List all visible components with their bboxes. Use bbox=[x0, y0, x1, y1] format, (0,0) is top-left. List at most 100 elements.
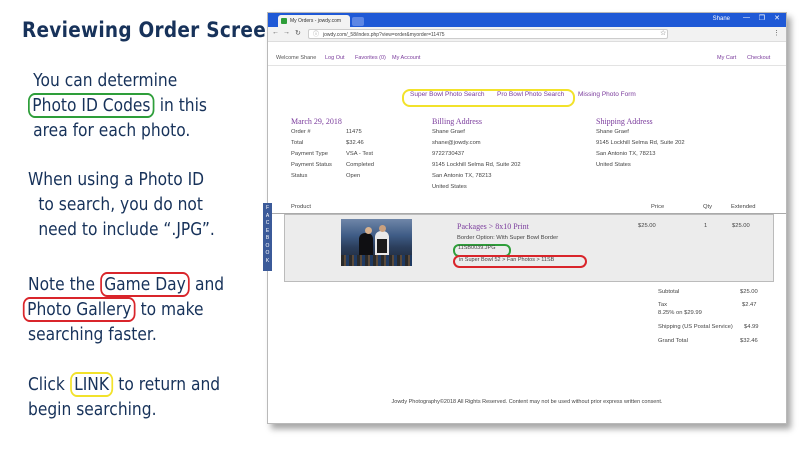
photo-figure bbox=[377, 239, 387, 253]
order-label: Payment Status bbox=[291, 162, 332, 168]
browser-screenshot: My Orders - jowdy.com Shane — ❐ ✕ ← → ↻ … bbox=[267, 12, 787, 424]
text: area for each photo. bbox=[33, 120, 191, 141]
facebook-letter: A bbox=[265, 212, 270, 219]
order-date: March 29, 2018 bbox=[291, 117, 342, 126]
browser-tab[interactable]: My Orders - jowdy.com bbox=[278, 15, 350, 27]
item-extended: $25.00 bbox=[732, 223, 750, 229]
pro-bowl-search-link[interactable]: Pro Bowl Photo Search bbox=[497, 91, 564, 98]
shipping-line: San Antonio TX, 78213 bbox=[596, 151, 656, 157]
site-footer: Jowdy Photography©2018 All Rights Reserv… bbox=[391, 399, 663, 405]
browser-menu-icon[interactable]: ⋮ bbox=[773, 29, 780, 37]
product-header: Product bbox=[291, 204, 311, 210]
photo-gallery-highlight: Photo Gallery bbox=[22, 297, 136, 322]
text: You can determine bbox=[33, 70, 178, 91]
billing-line: 9145 Lockhill Selma Rd, Suite 202 bbox=[432, 162, 521, 168]
browser-title-bar: My Orders - jowdy.com Shane — ❐ ✕ bbox=[268, 13, 786, 27]
tax-label: Tax bbox=[658, 302, 668, 308]
welcome-text: Welcome Shane bbox=[276, 55, 317, 61]
photo-crowd bbox=[341, 255, 412, 266]
photo-figure bbox=[365, 227, 372, 234]
text: When using a Photo ID bbox=[28, 169, 205, 190]
shipping-cost-value: $4.99 bbox=[744, 324, 759, 330]
facebook-letter: B bbox=[265, 235, 270, 241]
shipping-line: 9145 Lockhill Selma Rd, Suite 202 bbox=[596, 140, 685, 146]
photo-id-codes-highlight: Photo ID Codes bbox=[28, 93, 155, 118]
url-text: jowdy.com/_58/index.php?view=order&myord… bbox=[323, 32, 445, 38]
facebook-letter: C bbox=[265, 220, 270, 226]
qty-header: Qty bbox=[703, 204, 713, 210]
order-value: Completed bbox=[346, 162, 375, 168]
order-value: Open bbox=[346, 173, 361, 179]
order-label: Order # bbox=[291, 129, 311, 135]
address-bar[interactable]: ⓘ jowdy.com/_58/index.php?view=order&myo… bbox=[308, 29, 668, 39]
shipping-title: Shipping Address bbox=[596, 117, 653, 126]
text: Click bbox=[28, 374, 70, 395]
text: need to include “.JPG”. bbox=[38, 219, 215, 240]
maximize-icon[interactable]: ❐ bbox=[759, 14, 765, 22]
billing-line: San Antonio TX, 78213 bbox=[432, 173, 492, 179]
text: begin searching. bbox=[28, 399, 157, 420]
browser-user[interactable]: Shane bbox=[713, 16, 730, 22]
extended-header: Extended bbox=[731, 204, 756, 210]
product-table-header: Product Price Qty Extended bbox=[268, 203, 786, 214]
super-bowl-search-link[interactable]: Super Bowl Photo Search bbox=[410, 91, 484, 98]
text: Note the bbox=[28, 274, 100, 295]
order-photo-thumbnail[interactable] bbox=[341, 219, 412, 266]
photo-id-code: 11SB0039.JPG bbox=[458, 245, 496, 251]
billing-line: shane@jowdy.com bbox=[432, 140, 481, 146]
shipping-line: United States bbox=[596, 162, 631, 168]
bookmark-star-icon[interactable]: ☆ bbox=[660, 29, 666, 37]
back-icon[interactable]: ← bbox=[272, 29, 279, 36]
shipping-cost-label: Shipping (US Postal Service) bbox=[658, 324, 733, 330]
item-qty: 1 bbox=[704, 223, 708, 229]
item-price: $25.00 bbox=[638, 223, 656, 229]
order-label: Total bbox=[291, 140, 304, 146]
item-border-option: Border Option: With Super Bowl Border bbox=[457, 235, 559, 241]
favorites-link[interactable]: Favorites (0) bbox=[355, 55, 386, 61]
minimize-icon[interactable]: — bbox=[743, 14, 750, 21]
my-account-link[interactable]: My Account bbox=[392, 55, 420, 61]
price-header: Price bbox=[651, 204, 665, 210]
item-name[interactable]: Packages > 8x10 Print bbox=[457, 222, 529, 231]
instruction-paragraph-photo-id: You can determine Photo ID Codes in this… bbox=[28, 68, 207, 143]
facebook-share-tab[interactable]: F A C E B O O K bbox=[263, 203, 272, 271]
favicon-icon bbox=[281, 18, 287, 24]
instruction-paragraph-jpg: When using a Photo ID to search, you do … bbox=[28, 167, 215, 242]
forward-icon[interactable]: → bbox=[283, 29, 290, 36]
tax-value: $2.47 bbox=[742, 302, 757, 308]
instruction-paragraph-gallery: Note the Game Day and Photo Gallery to m… bbox=[22, 272, 225, 347]
facebook-letter: E bbox=[265, 227, 270, 234]
billing-line: 9722730437 bbox=[432, 151, 465, 157]
text: and bbox=[190, 274, 225, 295]
grand-total-value: $32.46 bbox=[740, 338, 758, 344]
logout-link[interactable]: Log Out bbox=[325, 55, 345, 61]
text: to search, you do not bbox=[38, 194, 203, 215]
site-nav-bar: Welcome Shane Log Out Favorites (0) My A… bbox=[268, 53, 786, 66]
billing-line: United States bbox=[432, 184, 467, 190]
instruction-panel: Reviewing Order Screen: You can determin… bbox=[0, 0, 287, 450]
text: in this bbox=[154, 95, 207, 116]
missing-photo-link[interactable]: Missing Photo Form bbox=[578, 91, 636, 98]
gallery-path: in Super Bowl 52 > Fan Photos > 11SB bbox=[459, 257, 555, 263]
new-tab-button[interactable] bbox=[352, 17, 364, 26]
photo-figure bbox=[379, 225, 386, 232]
order-value: 11475 bbox=[346, 129, 362, 135]
address-toolbar: ← → ↻ ⓘ jowdy.com/_58/index.php?view=ord… bbox=[268, 27, 786, 42]
order-label: Payment Type bbox=[291, 151, 328, 157]
checkout-link[interactable]: Checkout bbox=[747, 55, 770, 61]
subtotal-value: $25.00 bbox=[740, 289, 758, 295]
reload-icon[interactable]: ↻ bbox=[295, 29, 301, 37]
text: to return and bbox=[113, 374, 221, 395]
order-label: Status bbox=[291, 173, 308, 179]
billing-line: Shane Graef bbox=[432, 129, 465, 135]
close-icon[interactable]: ✕ bbox=[774, 14, 780, 22]
shipping-line: Shane Graef bbox=[596, 129, 629, 135]
instruction-paragraph-link: Click LINK to return and begin searching… bbox=[28, 372, 220, 422]
my-cart-link[interactable]: My Cart bbox=[717, 55, 736, 61]
text: searching faster. bbox=[28, 324, 157, 345]
subtotal-label: Subtotal bbox=[658, 289, 680, 295]
order-value: VSA - Test bbox=[346, 151, 373, 157]
instruction-heading: Reviewing Order Screen: bbox=[22, 18, 288, 42]
link-highlight: LINK bbox=[69, 372, 114, 397]
facebook-letter: F bbox=[265, 205, 270, 211]
